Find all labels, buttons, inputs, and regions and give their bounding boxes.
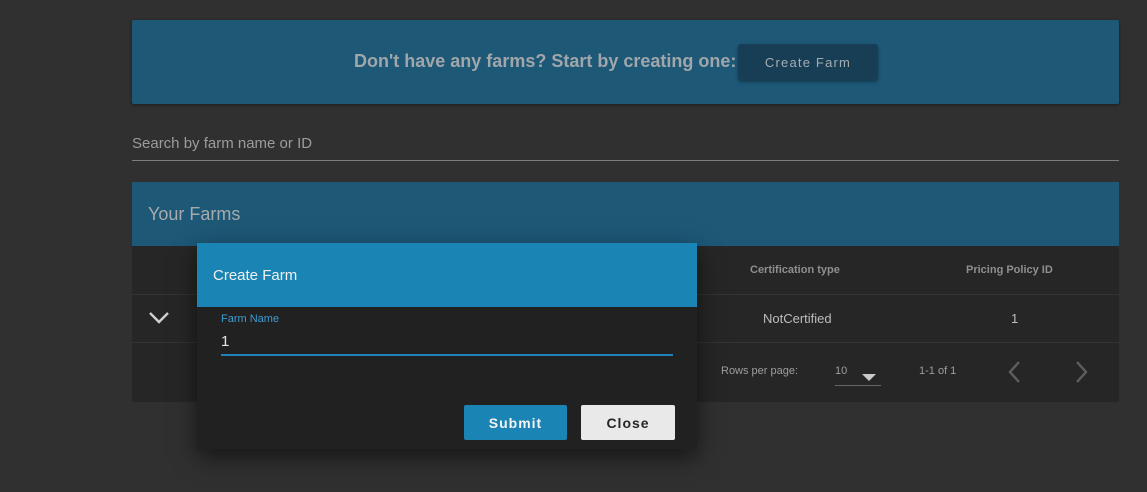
chevron-left-icon[interactable] (1004, 359, 1026, 385)
rows-per-page-select[interactable]: 10 (835, 361, 881, 386)
submit-button[interactable]: Submit (464, 405, 567, 440)
create-farm-dialog: Create Farm Farm Name Submit Close (197, 243, 697, 449)
close-button[interactable]: Close (581, 405, 675, 440)
farm-name-field[interactable] (221, 329, 673, 356)
panel-title: Your Farms (148, 204, 241, 224)
empty-farms-banner: Don't have any farms? Start by creating … (132, 20, 1119, 104)
farm-name-input[interactable] (221, 329, 673, 354)
chevron-right-icon[interactable] (1070, 359, 1092, 385)
farm-name-label: Farm Name (221, 313, 280, 325)
farms-panel-header: Your Farms (132, 182, 1119, 246)
pagination-range: 1-1 of 1 (919, 365, 957, 377)
create-farm-button[interactable]: Create Farm (738, 44, 878, 80)
dialog-header: Create Farm (197, 243, 697, 307)
column-header-certification-type[interactable]: Certification type (750, 264, 840, 276)
certification-type-cell: NotCertified (763, 311, 832, 326)
caret-down-icon (862, 369, 876, 387)
pricing-policy-id-cell: 1 (1011, 311, 1019, 326)
rows-per-page-value: 10 (835, 365, 848, 377)
search-input[interactable] (132, 126, 1119, 168)
dialog-title: Create Farm (213, 267, 298, 284)
chevron-down-icon[interactable] (148, 308, 170, 326)
column-header-pricing-policy-id[interactable]: Pricing Policy ID (966, 264, 1053, 276)
search-field[interactable] (132, 126, 1119, 168)
rows-per-page-label: Rows per page: (721, 365, 799, 377)
banner-text: Don't have any farms? Start by creating … (354, 51, 737, 71)
